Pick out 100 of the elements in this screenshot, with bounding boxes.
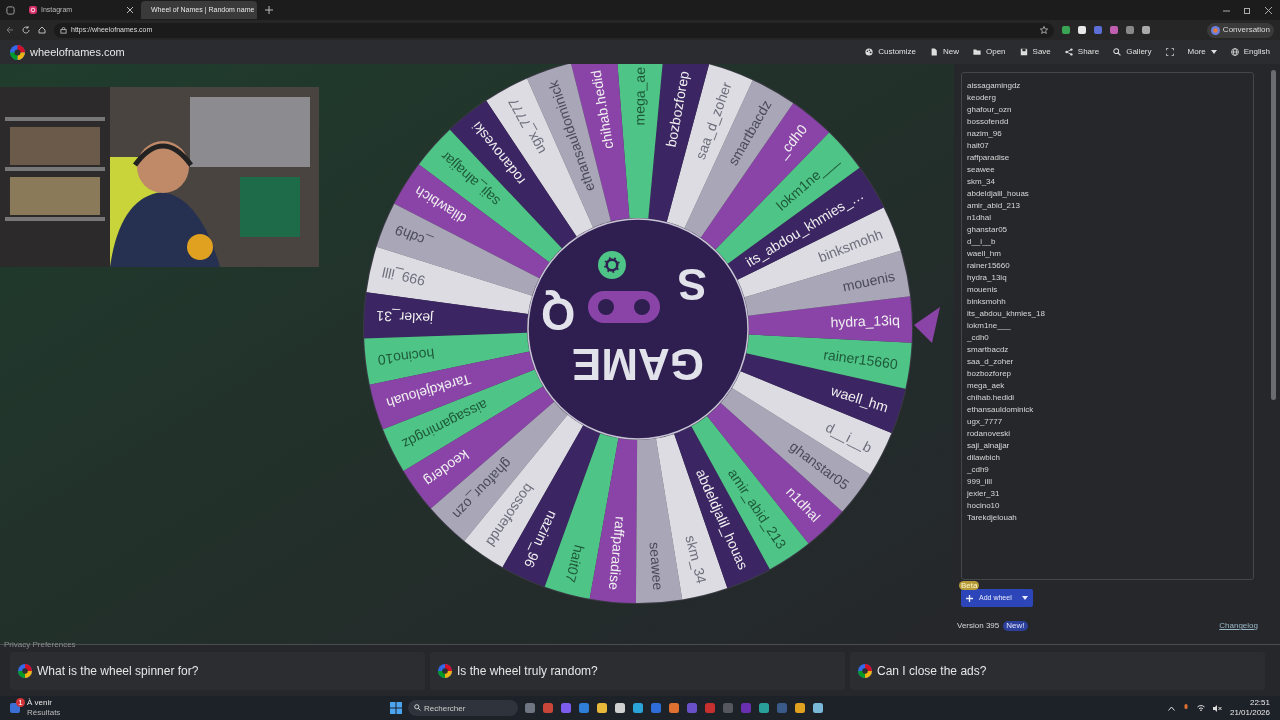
- entry-text: _cdh9: [967, 464, 989, 476]
- entry-text: ugx_7777: [967, 416, 1003, 428]
- segment-label: hocino10: [376, 345, 436, 369]
- entry-text: _cdh0: [967, 332, 989, 344]
- wheel-logo-icon: [18, 663, 32, 678]
- notification-badge: 1: [16, 698, 25, 707]
- entry-text: hait07: [967, 140, 989, 152]
- search-icon: [414, 704, 421, 711]
- open-button[interactable]: Open: [973, 46, 1006, 58]
- search-icon: [1113, 48, 1122, 56]
- floppy-icon: [1019, 48, 1028, 56]
- close-icon[interactable]: [127, 7, 133, 13]
- app-icon[interactable]: [668, 702, 680, 714]
- close-icon[interactable]: [1265, 6, 1272, 14]
- entry-text: abdeldjalil_houas: [967, 188, 1029, 200]
- entry-text: raffparadise: [967, 152, 1010, 164]
- faq-card[interactable]: Can I close the ads?: [850, 651, 1265, 690]
- share-icon: [1064, 48, 1073, 56]
- more-button[interactable]: More: [1187, 46, 1217, 58]
- segment-label: mouenis: [841, 267, 897, 295]
- entry-text: bossofendd: [967, 116, 1009, 128]
- entry-text: nazim_96: [967, 128, 1002, 140]
- entry-text: n1dhal: [967, 212, 992, 224]
- spinning-wheel[interactable]: [362, 64, 942, 605]
- microphone-icon[interactable]: [1182, 704, 1189, 712]
- clock-time[interactable]: 22:51: [1249, 698, 1270, 708]
- app-icon[interactable]: [812, 702, 824, 714]
- wheel-logo-icon: [858, 663, 872, 678]
- app-icon[interactable]: [758, 702, 770, 714]
- gear-icon: [598, 251, 626, 279]
- entry-text: aissagamingdz: [967, 80, 1021, 92]
- site-info-icon: [60, 26, 67, 34]
- wheel-logo-icon[interactable]: [10, 44, 25, 60]
- fullscreen-icon: [1165, 48, 1174, 56]
- widget-title[interactable]: À venir: [27, 698, 61, 708]
- segment-label: 999_illl: [380, 264, 427, 290]
- entry-text: skm_34: [967, 176, 995, 188]
- segment-label: hait07: [562, 543, 588, 585]
- save-button[interactable]: Save: [1019, 46, 1051, 58]
- entry-text: chihab.hedidi: [967, 392, 1015, 404]
- beta-badge: Beta: [959, 581, 980, 590]
- reload-icon[interactable]: [22, 26, 30, 34]
- back-icon[interactable]: [6, 26, 14, 34]
- entry-text: smartbacdz: [967, 344, 1009, 356]
- entry-text: mega_aek: [967, 380, 1005, 392]
- entry-text: bozbozforep: [967, 368, 1012, 380]
- app-icon[interactable]: [794, 702, 806, 714]
- entry-text: keoderg: [967, 92, 996, 104]
- logo-text: S: [677, 260, 707, 309]
- star-icon[interactable]: [1040, 26, 1048, 34]
- site-brand[interactable]: wheelofnames.com: [30, 43, 125, 61]
- entries-field[interactable]: [961, 72, 1254, 580]
- clock-date[interactable]: 21/01/2026: [1229, 708, 1270, 718]
- app-icon[interactable]: [632, 702, 644, 714]
- logo-text: GAME: [572, 340, 704, 389]
- new-badge: New!: [1003, 621, 1028, 631]
- privacy-link[interactable]: Privacy Preferences: [4, 640, 76, 649]
- windows-icon[interactable]: [390, 702, 402, 714]
- new-tab-icon[interactable]: [265, 6, 273, 14]
- taskbar-search-field[interactable]: Rechercher: [408, 700, 518, 716]
- palette-icon: [865, 48, 874, 56]
- caret-icon: [1210, 50, 1217, 54]
- segment-label: rainer15660: [822, 346, 899, 373]
- fullscreen-button[interactable]: [1165, 48, 1174, 56]
- entry-text: waell_hm: [967, 248, 1001, 260]
- segment-label: raffparadise: [605, 515, 629, 591]
- tab-actions-icon[interactable]: [6, 5, 15, 15]
- home-icon[interactable]: [38, 26, 46, 34]
- speaker-muted-icon[interactable]: [1212, 704, 1222, 712]
- app-icon[interactable]: [614, 702, 626, 714]
- entry-text: ghanstar05: [967, 224, 1008, 236]
- entry-text: dilawbich: [967, 452, 1000, 464]
- faq-card[interactable]: Is the wheel truly random?: [430, 651, 845, 690]
- app-icon[interactable]: [596, 702, 608, 714]
- restore-icon[interactable]: [1244, 6, 1251, 14]
- changelog-link[interactable]: Changelog: [1219, 620, 1258, 632]
- entry-text: saa_d_zoher: [967, 356, 1014, 368]
- entry-text: amir_abid_213: [967, 200, 1020, 212]
- logo-text: Q: [540, 290, 576, 339]
- gallery-button[interactable]: Gallery: [1113, 46, 1152, 58]
- share-button[interactable]: Share: [1064, 46, 1100, 58]
- wifi-icon[interactable]: [1196, 705, 1205, 711]
- segment-label: hydra_13iq: [830, 311, 901, 331]
- scrollbar-thumb[interactable]: [1271, 70, 1276, 400]
- conversation-button[interactable]: Conversation: [1206, 22, 1274, 38]
- language-button[interactable]: English: [1230, 46, 1270, 58]
- customize-button[interactable]: Customize: [865, 46, 916, 58]
- entry-text: hocino10: [967, 500, 1000, 512]
- entry-text: saji_alnajjar: [967, 440, 1010, 452]
- segment-label: seawee: [646, 541, 667, 591]
- entry-text: jexler_31: [967, 488, 1000, 500]
- entry-text: d__i__b: [967, 236, 996, 248]
- entry-text: 999_illl: [967, 476, 992, 488]
- new-button[interactable]: New: [930, 46, 959, 58]
- faq-card[interactable]: What is the wheel spinner for?: [10, 651, 425, 690]
- document-icon: [930, 48, 938, 56]
- wheel-logo-icon: [438, 663, 452, 678]
- chevron-up-icon[interactable]: [1167, 705, 1175, 711]
- calendar-widget-icon[interactable]: [10, 703, 20, 713]
- segment-label: mega_ae: [631, 66, 648, 126]
